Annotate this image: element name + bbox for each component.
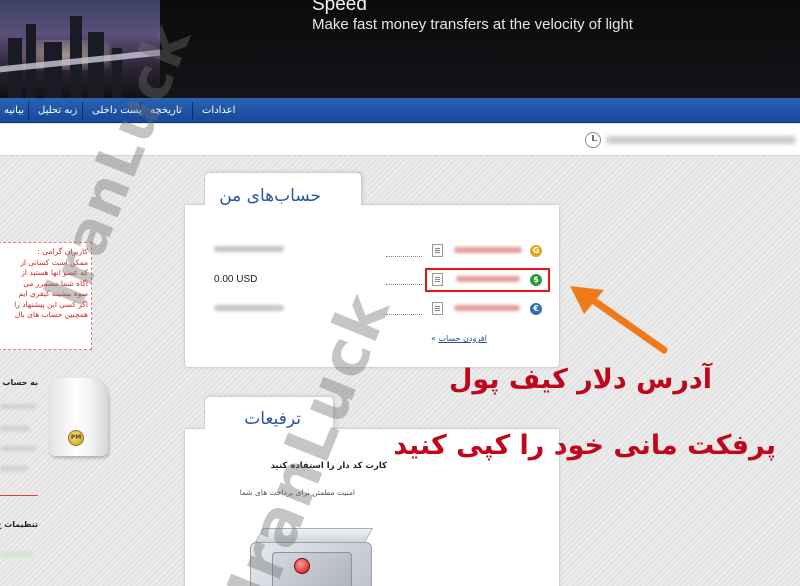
- blurred-line: [0, 466, 28, 471]
- notice-line: ممکن است کسانی از: [20, 257, 88, 267]
- notice-line: اگر کسی این پیشنهاد را: [14, 299, 88, 309]
- blurred-line: [0, 446, 36, 451]
- document-icon[interactable]: [432, 302, 443, 315]
- add-account-label[interactable]: افزودن حساب: [438, 334, 486, 343]
- nav-item-statement[interactable]: بيانيه: [0, 98, 30, 123]
- nav-item-settings[interactable]: اعدادات: [196, 98, 241, 123]
- site-header: Speed Make fast money transfers at the v…: [0, 0, 800, 98]
- blurred-line: [0, 426, 30, 431]
- blurred-user-info: [606, 136, 796, 144]
- annotation-line-2: پرفکت مانی خود را کپی کنید: [393, 430, 776, 461]
- nav-item-analysis[interactable]: زبه تحليل: [32, 98, 83, 123]
- nav-item-inbox[interactable]: پست داخلی: [86, 98, 148, 123]
- brand-name: Speed: [312, 0, 367, 15]
- blurred-account-number: [454, 305, 520, 311]
- header-tagline: Make fast money transfers at the velocit…: [312, 16, 633, 33]
- blurred-balance: [214, 246, 284, 252]
- upgrade-description: امنیت مطمئن برای پرداخت های شما: [239, 488, 355, 497]
- usd-balance: 0.00 USD: [214, 274, 258, 285]
- blurred-line: [0, 552, 34, 557]
- left-account-label: به حساب: [2, 378, 38, 387]
- left-settings-label: تنظیمات ج: [0, 520, 38, 529]
- upgrades-title: ترفيعات: [244, 409, 301, 429]
- pm-logo-icon: PM: [68, 430, 84, 446]
- add-account-arrow: »: [431, 334, 436, 343]
- clock-icon: [585, 132, 601, 148]
- safe-image: [242, 528, 374, 586]
- document-icon[interactable]: [432, 244, 443, 257]
- blurred-line: [0, 404, 36, 409]
- orange-arrow-icon: [570, 286, 668, 354]
- blurred-balance: [214, 305, 284, 311]
- left-red-link[interactable]: [0, 486, 38, 496]
- accounts-title: حساب‌های من: [219, 186, 321, 206]
- notice-line: سوه بیشینه کیفری ایم: [18, 289, 88, 298]
- notice-line: کاربران گرامی :: [37, 247, 88, 256]
- add-account-link[interactable]: افزودن حساب »: [431, 334, 487, 343]
- euro-coin-icon: €: [530, 303, 542, 315]
- user-bar: [0, 124, 800, 156]
- annotation-line-1: آدرس دلار کیف پول: [449, 364, 712, 395]
- nav-item-history[interactable]: تاريخچه: [144, 98, 188, 123]
- usd-wallet-highlight: [425, 268, 550, 292]
- main-nav: اعدادات تاريخچه پست داخلی زبه تحليل بيان…: [0, 98, 800, 123]
- safe-knob-icon: [294, 558, 310, 574]
- notice-line: که عضو انها هستید از: [21, 268, 88, 277]
- security-notice: کاربران گرامی : ممکن است کسانی از که عضو…: [0, 242, 92, 350]
- header-city-photo: [0, 0, 160, 98]
- blurred-account-number: [454, 247, 522, 253]
- upgrade-subtitle: کارت کد دار را استفاده کنيد: [270, 461, 387, 471]
- notice-line: اگاه شما مصمرر می: [23, 278, 88, 288]
- notice-line: همچنین حساب های بال: [14, 310, 88, 319]
- gold-coin-icon: G: [530, 245, 542, 257]
